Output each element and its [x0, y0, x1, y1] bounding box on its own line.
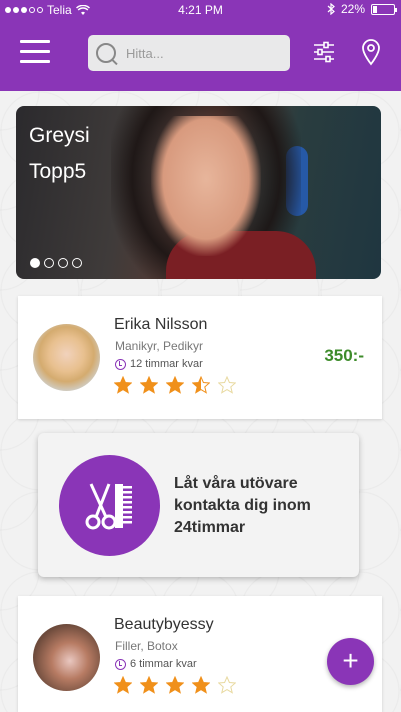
- star-full-icon: [192, 676, 210, 694]
- menu-icon-bar: [20, 40, 50, 43]
- bluetooth-icon: [327, 3, 335, 15]
- hero-title: Greysi Topp5: [29, 118, 90, 190]
- carousel-dot[interactable]: [58, 258, 68, 268]
- hero-title-line1: Greysi: [29, 124, 90, 147]
- battery-percent: 22%: [340, 2, 365, 16]
- star-full-icon: [140, 376, 158, 394]
- hero-photo-face: [151, 116, 261, 256]
- listing-services: Filler, Botox: [115, 639, 178, 653]
- clock-icon: [115, 658, 126, 670]
- star-full-icon: [114, 676, 132, 694]
- listing-time: 6 timmar kvar: [115, 658, 197, 670]
- listing-time: 12 timmar kvar: [115, 358, 203, 370]
- menu-button[interactable]: [20, 40, 50, 64]
- hero-title-line2: Topp5: [29, 160, 87, 183]
- carousel-dot[interactable]: [44, 258, 54, 268]
- filter-sliders-icon[interactable]: [312, 40, 336, 64]
- status-bar: Telia 4:21 PM 22%: [0, 0, 401, 20]
- carousel-dot[interactable]: [30, 258, 40, 268]
- location-pin-icon[interactable]: [360, 38, 382, 66]
- search-bar[interactable]: [88, 35, 290, 71]
- promo-icon-circle: [59, 455, 160, 556]
- listing-price: 350:-: [324, 346, 364, 365]
- rating-stars: [114, 676, 236, 694]
- add-button[interactable]: +: [327, 638, 374, 685]
- star-empty-icon: [218, 376, 236, 394]
- app-header: Telia 4:21 PM 22%: [0, 0, 401, 91]
- avatar: [33, 624, 100, 691]
- promo-contact-banner[interactable]: Låt våra utövare kontakta dig inom 24tim…: [38, 433, 359, 577]
- rating-stars: [114, 376, 236, 394]
- menu-icon-bar: [20, 60, 50, 63]
- star-full-icon: [166, 376, 184, 394]
- listing-time-text: 6 timmar kvar: [130, 658, 197, 670]
- search-input[interactable]: [126, 45, 276, 61]
- star-full-icon: [114, 376, 132, 394]
- carousel-pagination: [30, 258, 82, 268]
- star-full-icon: [166, 676, 184, 694]
- scissors-comb-icon: [85, 482, 132, 529]
- listing-name: Beautybyessy: [114, 616, 214, 633]
- star-full-icon: [140, 676, 158, 694]
- listing-time-text: 12 timmar kvar: [130, 358, 203, 370]
- listing-card[interactable]: Erika Nilsson Manikyr, Pedikyr 12 timmar…: [18, 296, 382, 419]
- carousel-dot[interactable]: [72, 258, 82, 268]
- battery-icon: [371, 3, 397, 15]
- star-half-icon: [192, 376, 210, 394]
- menu-icon-bar: [20, 50, 50, 53]
- clock-icon: [115, 358, 126, 370]
- star-empty-icon: [218, 676, 236, 694]
- search-icon: [96, 43, 116, 63]
- status-right: 22%: [327, 2, 397, 16]
- promo-text: Låt våra utövare kontakta dig inom 24tim…: [174, 475, 311, 536]
- listing-name: Erika Nilsson: [114, 316, 208, 333]
- avatar: [33, 324, 100, 391]
- featured-carousel[interactable]: Greysi Topp5: [16, 106, 381, 279]
- listing-services: Manikyr, Pedikyr: [115, 339, 204, 353]
- battery-fill: [373, 5, 378, 13]
